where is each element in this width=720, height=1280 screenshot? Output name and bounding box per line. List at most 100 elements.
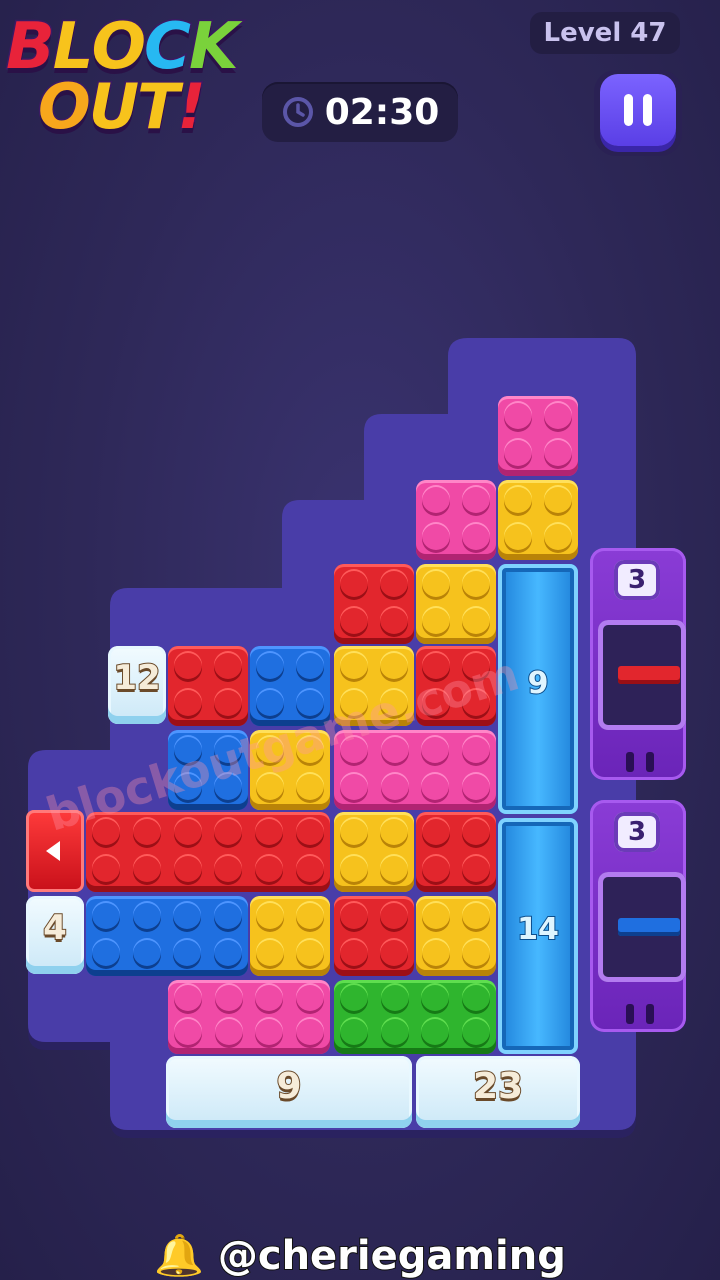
brick-stud: [214, 853, 243, 882]
credit-text: @cheriegaming: [217, 1232, 567, 1280]
brick-stud: [340, 771, 369, 800]
brick-collector-blue: 3: [584, 800, 692, 1032]
brick-stud: [422, 484, 450, 513]
brick-stud: [422, 937, 450, 966]
brick-stud: [422, 816, 450, 845]
brick-stud: [504, 437, 532, 466]
brick-stud: [133, 816, 161, 845]
collector-count: 3: [614, 560, 660, 600]
brick-stud: [92, 853, 121, 882]
brick-red[interactable]: [168, 646, 248, 726]
brick-stud: [380, 1017, 409, 1045]
brick-collector-red: 3: [584, 548, 692, 780]
brick-stud: [462, 937, 490, 966]
brick-stud: [380, 605, 408, 634]
brick-stud: [295, 853, 324, 882]
brick-red[interactable]: [416, 812, 496, 892]
brick-stud: [544, 400, 572, 429]
collector-slot: [626, 1004, 634, 1024]
brick-stud: [295, 983, 324, 1011]
brick-stud: [256, 687, 284, 716]
brick-red[interactable]: [86, 812, 330, 892]
brick-stud: [380, 650, 408, 679]
brick-stud: [422, 900, 450, 929]
brick-stud: [462, 900, 490, 929]
brick-pink[interactable]: [416, 480, 496, 560]
brick-stud: [462, 816, 490, 845]
brick-stud: [92, 900, 121, 929]
brick-stud: [462, 484, 490, 513]
brick-stud: [340, 983, 369, 1011]
brick-yellow[interactable]: [416, 564, 496, 644]
brick-stud: [504, 484, 532, 513]
brick-red[interactable]: [334, 896, 414, 976]
brick-stud: [462, 521, 490, 550]
brick-stud: [213, 900, 242, 929]
brick-pink[interactable]: [498, 396, 578, 476]
brick-stud: [461, 983, 490, 1011]
brick-stud: [340, 1017, 369, 1045]
brick-stud: [340, 900, 368, 929]
bell-icon: 🔔: [153, 1232, 205, 1280]
brick-stud: [421, 734, 450, 763]
brick-stud: [421, 1017, 450, 1045]
brick-yellow[interactable]: [498, 480, 578, 560]
brick-stud: [544, 437, 572, 466]
brick-stud: [462, 605, 490, 634]
collector-window: [598, 872, 686, 982]
brick-stud: [461, 1017, 490, 1045]
brick-stud: [296, 771, 324, 800]
brick-stud: [214, 816, 243, 845]
brick-stud: [173, 853, 202, 882]
ice-block-23: 23: [416, 1056, 580, 1128]
collector-slot: [646, 1004, 654, 1024]
brick-stud: [174, 983, 203, 1011]
brick-stud: [504, 400, 532, 429]
brick-stud: [132, 900, 161, 929]
brick-stud: [132, 937, 161, 966]
brick-stud: [422, 605, 450, 634]
brick-stud: [421, 771, 450, 800]
brick-yellow[interactable]: [416, 896, 496, 976]
collector-slot: [626, 752, 634, 772]
brick-stud: [340, 816, 368, 845]
ice-block-9: 9: [166, 1056, 412, 1128]
brick-stud: [340, 605, 368, 634]
brick-stud: [461, 771, 490, 800]
brick-blue[interactable]: [86, 896, 248, 976]
brick-stud: [462, 853, 490, 882]
brick-stud: [422, 853, 450, 882]
brick-stud: [255, 1017, 284, 1045]
brick-stud: [504, 521, 532, 550]
brick-stud: [296, 650, 324, 679]
collector-window: [598, 620, 686, 730]
brick-stud: [255, 983, 284, 1011]
creator-credit: 🔔 @cheriegaming: [0, 1232, 720, 1280]
brick-stud: [173, 816, 202, 845]
brick-stud: [213, 937, 242, 966]
ice-counter: 4: [42, 907, 68, 949]
brick-yellow[interactable]: [250, 896, 330, 976]
brick-stud: [296, 900, 324, 929]
brick-stud: [214, 687, 242, 716]
brick-green[interactable]: [334, 980, 496, 1054]
brick-stud: [340, 937, 368, 966]
collector-brick-red: [618, 666, 680, 684]
brick-stud: [174, 687, 202, 716]
ice-pillar-14: 14: [498, 818, 578, 1054]
brick-stud: [92, 937, 121, 966]
brick-stud: [340, 568, 368, 597]
pillar-counter: 14: [516, 911, 560, 948]
brick-red[interactable]: [334, 564, 414, 644]
collector-slot: [646, 752, 654, 772]
collector-count: 3: [614, 812, 660, 852]
brick-stud: [380, 568, 408, 597]
brick-yellow[interactable]: [334, 812, 414, 892]
collector-brick-blue: [618, 918, 680, 936]
brick-pink[interactable]: [168, 980, 330, 1054]
brick-stud: [422, 568, 450, 597]
brick-stud: [380, 853, 408, 882]
brick-stud: [295, 1017, 324, 1045]
brick-stud: [296, 937, 324, 966]
ice-counter: 23: [472, 1065, 524, 1108]
